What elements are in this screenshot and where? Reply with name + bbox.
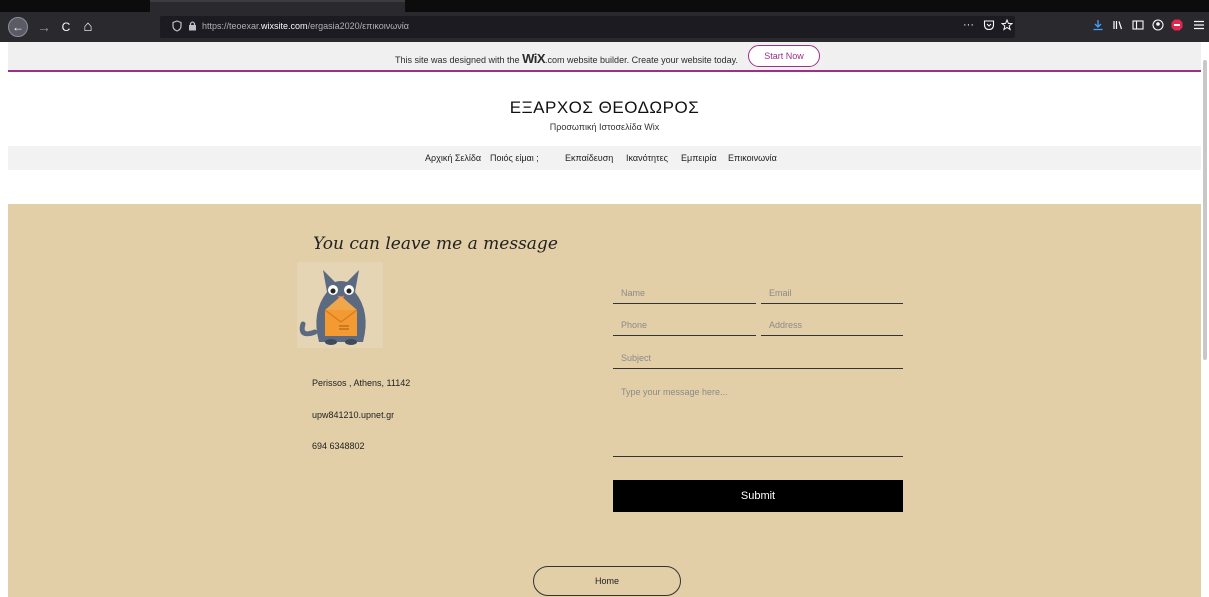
address-field[interactable]: Address	[761, 320, 903, 336]
url-text[interactable]: https://teoexar.wixsite.com/ergasia2020/…	[202, 21, 409, 31]
wix-banner-text-before: This site was designed with the	[395, 55, 523, 65]
active-tab[interactable]	[150, 0, 405, 12]
back-arrow-icon[interactable]: ←	[8, 17, 28, 37]
phone-field[interactable]: Phone	[613, 320, 756, 336]
url-host: wixsite.com	[261, 21, 308, 31]
nav-item-contact[interactable]: Επικοινωνία	[728, 153, 777, 163]
site-subtitle: Προσωπική Ιστοσελίδα Wix	[549, 122, 660, 132]
nav-item-home[interactable]: Αρχική Σελίδα	[425, 153, 481, 163]
nav-item-education[interactable]: Εκπαίδευση	[565, 153, 613, 163]
cat-envelope-icon	[297, 262, 383, 348]
download-icon[interactable]	[1092, 19, 1104, 31]
more-icon[interactable]: ···	[963, 19, 974, 31]
sidebar-icon[interactable]	[1132, 19, 1144, 31]
scrollbar-thumb[interactable]	[1203, 60, 1207, 360]
nav-item-skills[interactable]: Ικανότητες	[626, 153, 668, 163]
name-field[interactable]: Name	[613, 288, 756, 304]
account-icon[interactable]	[1152, 19, 1164, 31]
contact-heading: You can leave me a message	[313, 234, 558, 254]
email-field[interactable]: Email	[761, 288, 903, 304]
home-icon[interactable]: ⌂	[78, 17, 98, 37]
url-path: /ergasia2020/επικοινωνία	[307, 21, 409, 31]
contact-email: upw841210.upnet.gr	[312, 410, 395, 420]
submit-button[interactable]: Submit	[613, 480, 903, 512]
bookmark-star-icon[interactable]	[1001, 19, 1013, 31]
subject-field[interactable]: Subject	[613, 353, 903, 369]
library-icon[interactable]	[1112, 19, 1124, 31]
shield-icon[interactable]	[172, 20, 182, 32]
menu-icon[interactable]	[1193, 20, 1205, 30]
reload-icon[interactable]: C	[56, 17, 76, 37]
home-button[interactable]: Home	[533, 566, 681, 596]
forward-arrow-icon[interactable]: →	[34, 17, 54, 37]
nav-item-about[interactable]: Ποιός είμαι ;	[490, 153, 539, 163]
nav-item-experience[interactable]: Εμπειρία	[681, 153, 717, 163]
site-title: ΕΞΑΡΧΟΣ ΘΕΟΔΩΡΟΣ	[509, 98, 700, 117]
message-textarea[interactable]: Type your message here...	[613, 387, 903, 457]
adblock-icon[interactable]	[1171, 19, 1183, 31]
wix-logo: WiX	[522, 51, 546, 66]
contact-address: Perissos , Athens, 11142	[312, 378, 411, 388]
contact-phone: 694 6348802	[312, 441, 365, 451]
wix-banner-text: This site was designed with the WiX.com …	[395, 51, 738, 66]
lock-icon[interactable]	[188, 20, 197, 31]
start-now-button[interactable]: Start Now	[748, 45, 820, 67]
wix-banner-text-after: .com website builder. Create your websit…	[545, 55, 738, 65]
url-prefix: https://teoexar.	[202, 21, 262, 31]
pocket-icon[interactable]	[983, 19, 995, 31]
contact-section	[8, 204, 1201, 597]
